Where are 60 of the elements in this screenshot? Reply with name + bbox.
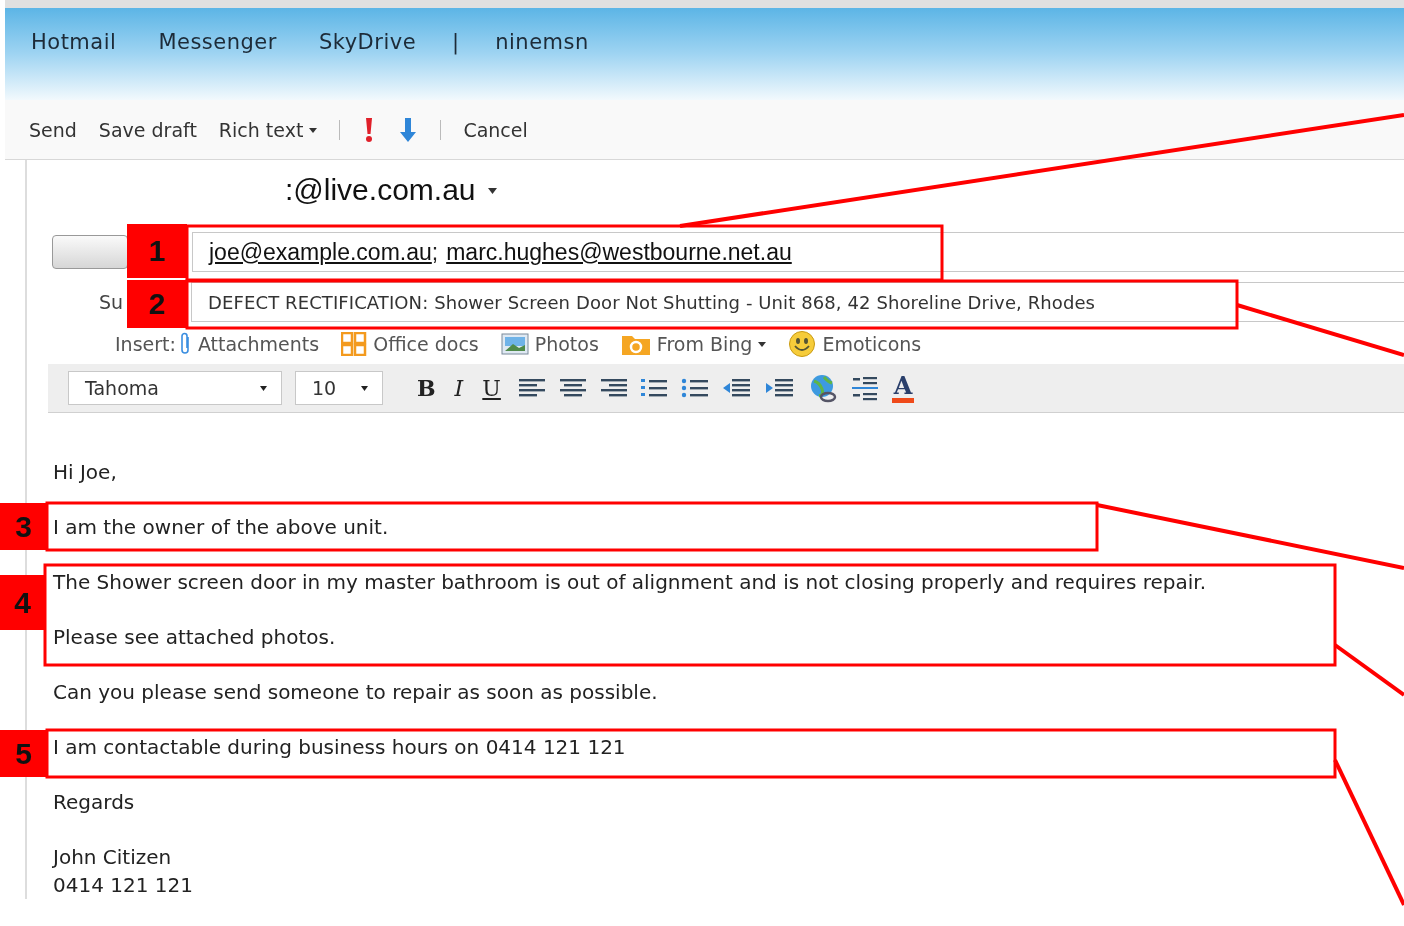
save-draft-button[interactable]: Save draft xyxy=(98,118,197,141)
insert-button[interactable]: Photos xyxy=(500,333,599,355)
nav-link[interactable]: SkyDrive xyxy=(318,30,417,54)
insert-label: Insert: xyxy=(115,333,176,355)
to-field[interactable]: joe@example.com.au; marc.hughes@westbourne.net.au xyxy=(192,232,1404,272)
body-text: Please see attached photos. xyxy=(53,624,336,651)
down-arrow-icon[interactable] xyxy=(398,115,419,144)
insert-button[interactable]: From Bing xyxy=(620,332,767,356)
insert-button[interactable]: Office docs xyxy=(341,332,479,356)
from-address: :@live.com.au xyxy=(285,173,476,207)
number-badge: 1 xyxy=(127,224,187,278)
recipient-link[interactable]: marc.hughes@westbourne.net.au xyxy=(446,238,792,266)
send-button[interactable]: Send xyxy=(29,118,77,141)
subject-label: Su xyxy=(99,292,124,312)
nav-link[interactable]: Messenger xyxy=(158,30,277,54)
body-text: John Citizen xyxy=(53,844,172,871)
nav-separator: | xyxy=(452,30,460,54)
insert-button[interactable]: Emoticons xyxy=(788,330,922,358)
outdent-icon[interactable] xyxy=(721,377,752,399)
body-text: The Shower screen door in my master bathroom is out of alignment and is not closing properly and requires repair. xyxy=(53,569,1206,596)
align-icon[interactable] xyxy=(598,377,627,399)
paperclip-icon xyxy=(179,332,192,356)
size-dropdown[interactable]: 10 xyxy=(295,371,383,405)
body-text: 0414 121 121 xyxy=(53,872,193,899)
insert-button[interactable]: Attachments xyxy=(179,332,320,356)
format-button[interactable]: B xyxy=(414,375,439,401)
recipient-link[interactable]: joe@example.com.au xyxy=(209,238,432,266)
nav-link[interactable]: Hotmail xyxy=(31,30,117,54)
align-icon[interactable] xyxy=(557,377,586,399)
office-icon xyxy=(341,332,368,356)
line-spacing-icon[interactable] xyxy=(850,374,879,402)
body-text: Can you please send someone to repair as soon as possible. xyxy=(53,679,658,706)
caret-icon xyxy=(309,126,318,133)
numbered-list-icon[interactable] xyxy=(639,377,668,399)
number-badge: 3 xyxy=(0,503,47,550)
separator: ; xyxy=(431,238,439,266)
caret-icon[interactable] xyxy=(487,186,497,194)
format-button[interactable]: I xyxy=(451,375,467,401)
body-text: Regards xyxy=(53,789,135,816)
nav-link[interactable]: ninemsn xyxy=(495,30,589,54)
font-dropdown[interactable]: Tahoma xyxy=(68,371,282,405)
caret-icon xyxy=(260,385,267,391)
body-text: I am contactable during business hours on 0414 121 121 xyxy=(53,734,626,761)
photo-icon xyxy=(500,333,529,355)
font-color-button[interactable]: A xyxy=(891,373,915,403)
subject-field[interactable]: DEFECT RECTIFICATION: Shower Screen Door Not Shutting - Unit 868, 42 Shoreline Drive, Rhodes xyxy=(191,282,1404,322)
indent-icon[interactable] xyxy=(764,377,795,399)
format-button[interactable]: U xyxy=(479,375,504,401)
cancel-button[interactable]: Cancel xyxy=(463,118,528,141)
number-badge: 4 xyxy=(0,575,45,630)
to-button[interactable] xyxy=(52,235,128,269)
body-text: Hi Joe, xyxy=(53,459,117,486)
number-badge: 2 xyxy=(127,280,187,328)
body-text: I am the owner of the above unit. xyxy=(53,514,389,541)
caret-icon xyxy=(361,385,368,391)
align-icon[interactable] xyxy=(516,377,545,399)
rich-text-dropdown[interactable]: Rich text xyxy=(218,118,318,141)
bullet-list-icon[interactable] xyxy=(680,377,709,399)
smiley-icon xyxy=(788,330,817,358)
number-badge: 5 xyxy=(0,730,47,777)
